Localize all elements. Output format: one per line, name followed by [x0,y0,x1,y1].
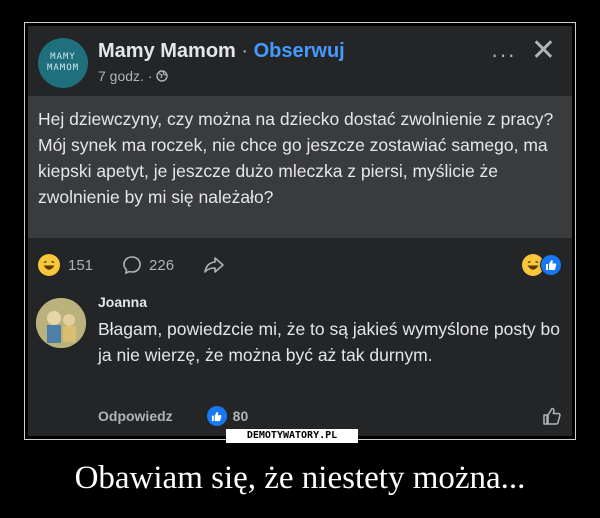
reply-button[interactable]: Odpowiedz [98,408,173,424]
close-icon[interactable]: ✕ [531,36,556,66]
comment-author[interactable]: Joanna [98,294,147,310]
post-text: Hej dziewczyny, czy można na dziecko dos… [28,96,572,238]
more-options-icon[interactable]: ··· [491,42,516,68]
reaction-count[interactable]: 151 [68,257,93,274]
watermark: DEMOTYWATORY.PL [226,429,358,443]
comment-count[interactable]: 226 [149,257,174,274]
caption: Obawiam się, że niestety można... [74,460,526,496]
post-time[interactable]: 7 godz. · [98,68,152,84]
post-header: MAMY MAMOM Mamy Mamom · Obserwuj 7 godz.… [38,36,562,92]
separator: · [235,40,254,62]
avatar-line-2: MAMOM [46,63,80,73]
page-avatar[interactable]: MAMY MAMOM [38,38,88,88]
comment-text: Błagam, powiedzcie mi, że to są jakieś w… [98,319,561,365]
comment-like-count[interactable]: 80 [233,408,249,424]
share-icon[interactable] [202,254,226,276]
like-summary-icon [540,254,562,276]
post-meta: 7 godz. · [98,68,169,84]
comment-icon[interactable] [121,254,143,276]
globe-icon [156,70,169,82]
page-name[interactable]: Mamy Mamom [98,40,236,62]
reaction-summary[interactable] [522,254,562,276]
page-name-line: Mamy Mamom · Obserwuj [98,40,345,63]
avatar-line-1: MAMY [50,52,76,62]
facebook-post: MAMY MAMOM Mamy Mamom · Obserwuj 7 godz.… [28,26,572,436]
reactions-bar: 151 226 [38,250,562,280]
follow-button[interactable]: Obserwuj [254,40,345,62]
haha-reaction-icon[interactable] [38,254,60,276]
commenter-avatar[interactable] [36,298,86,348]
comment-actions: Odpowiedz 80 [98,406,248,426]
comment-like-icon [206,406,227,426]
thumbs-up-icon[interactable] [542,406,562,426]
